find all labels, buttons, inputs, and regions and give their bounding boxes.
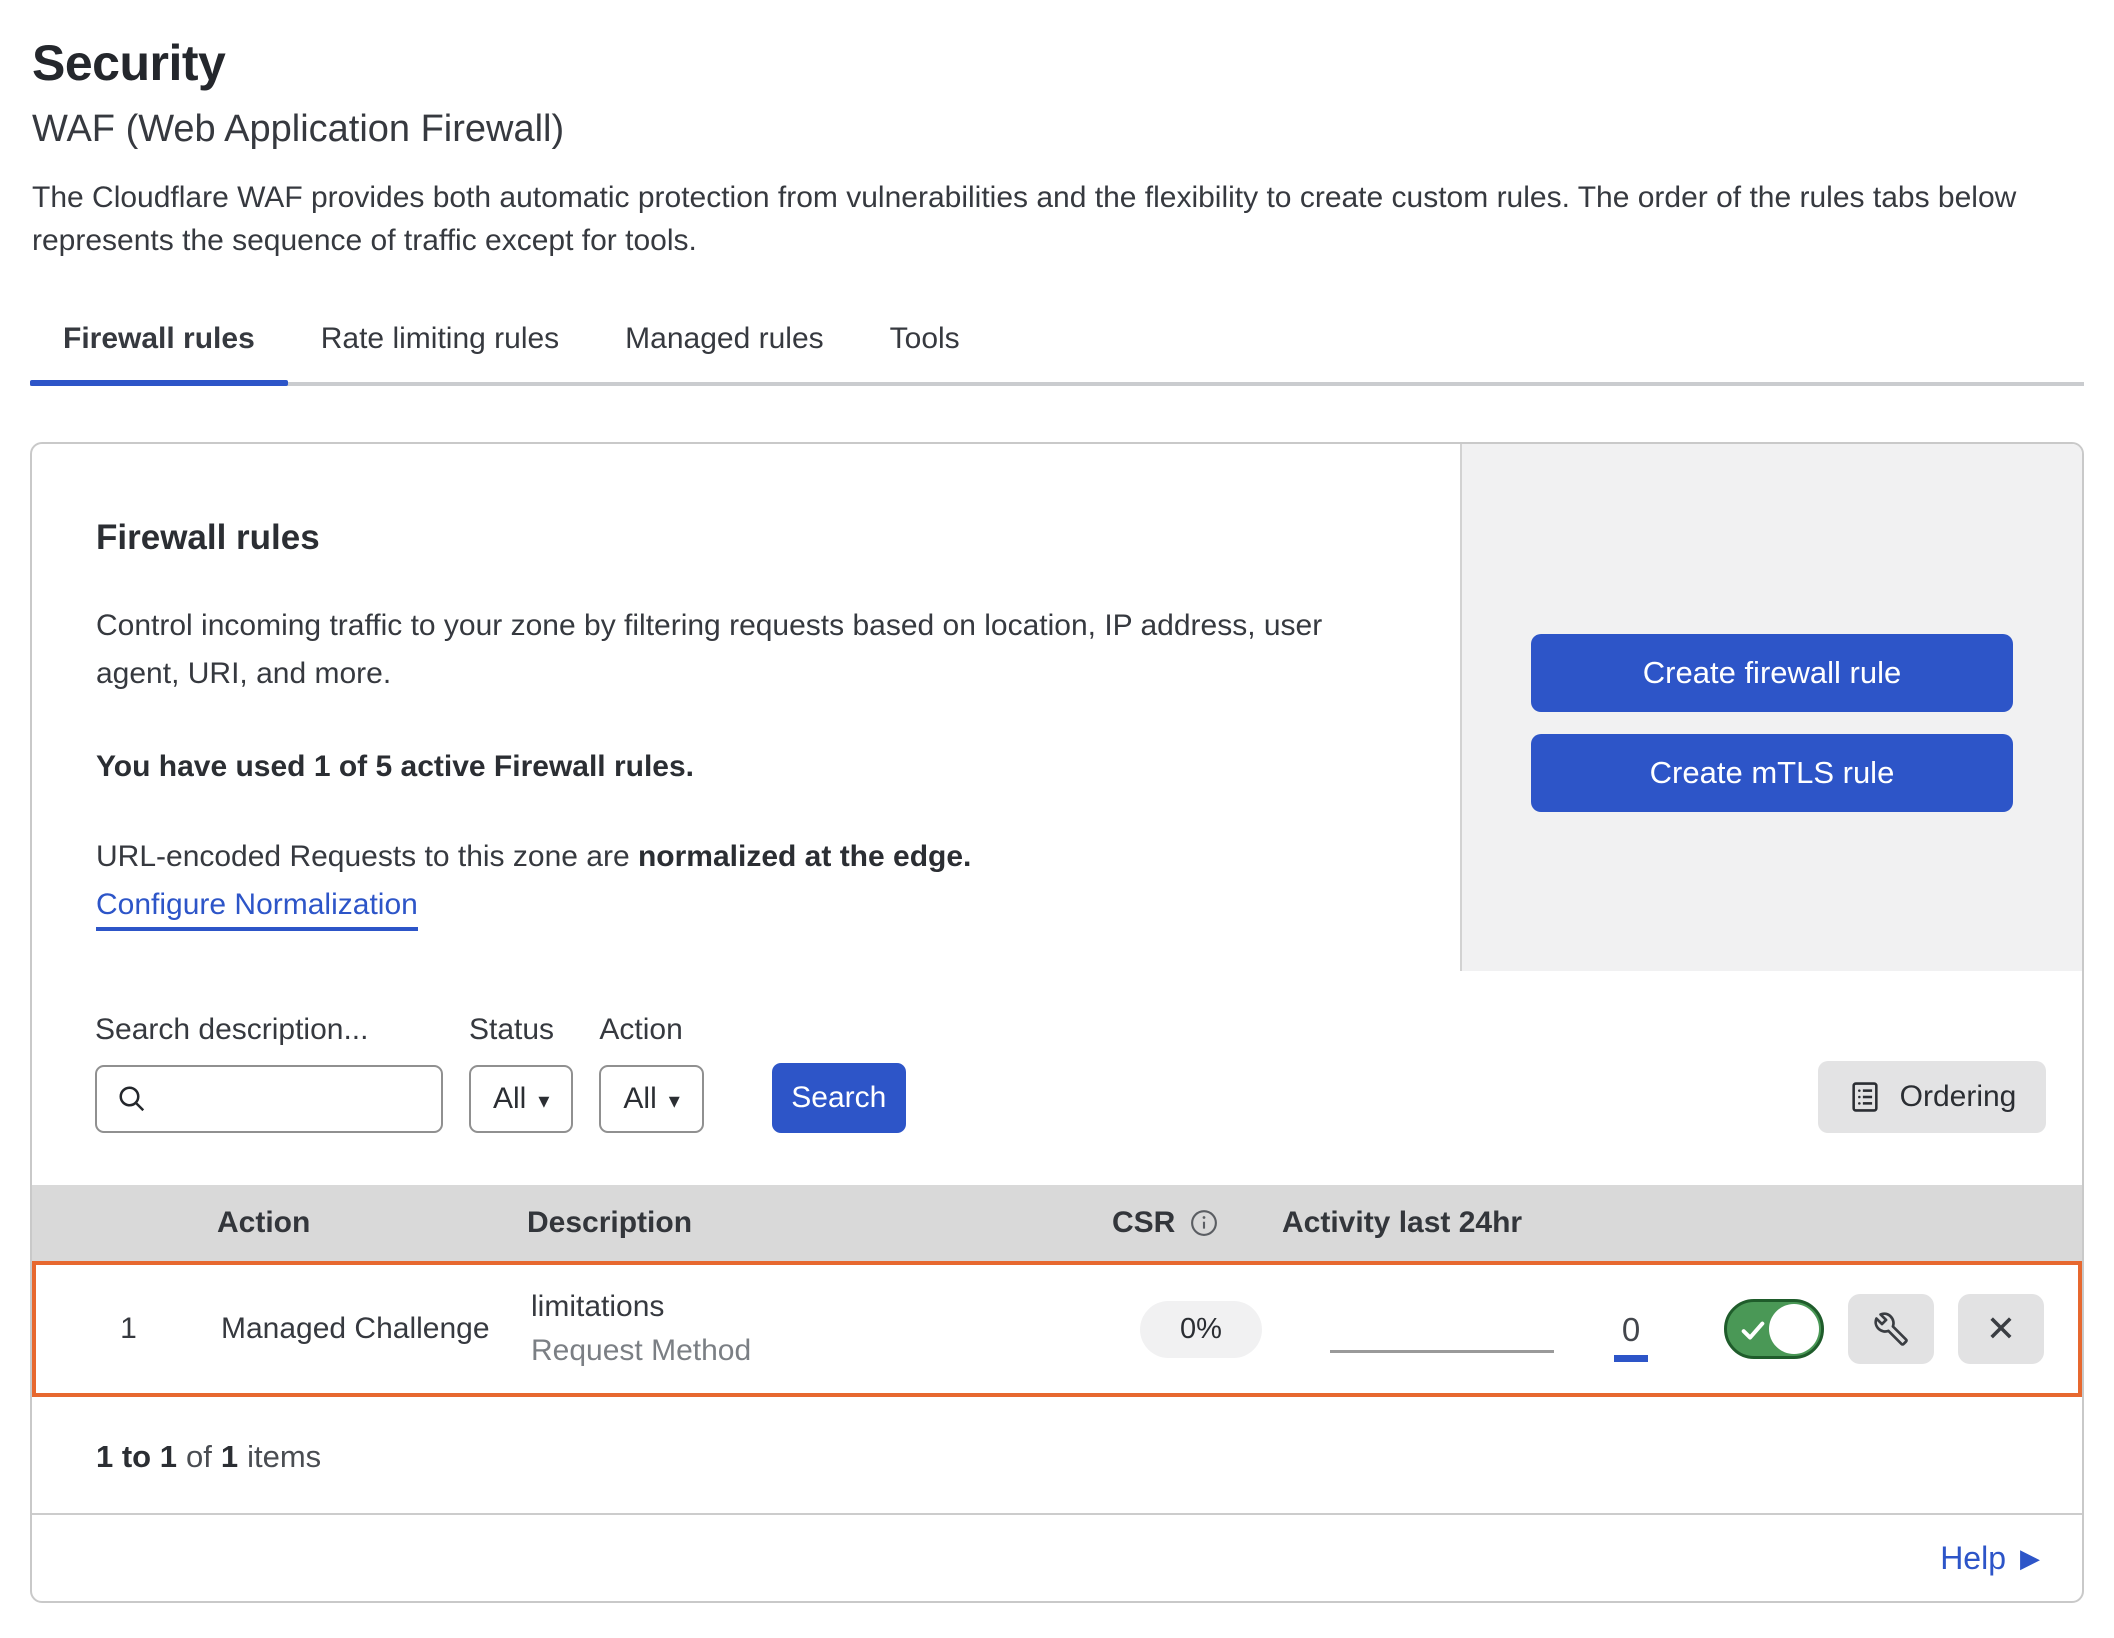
rule-controls: ✕	[1696, 1294, 2078, 1364]
rule-enabled-toggle[interactable]	[1724, 1299, 1824, 1359]
search-box	[95, 1065, 443, 1133]
page-header: Security WAF (Web Application Firewall) …	[0, 0, 2114, 262]
info-icon[interactable]	[1189, 1208, 1219, 1238]
status-value: All	[493, 1082, 526, 1116]
action-label: Action	[599, 1013, 703, 1047]
rule-csr: 0%	[1116, 1301, 1286, 1358]
card-actions-panel: Create firewall rule Create mTLS rule	[1460, 444, 2082, 971]
help-link[interactable]: Help ▶	[1940, 1540, 2040, 1577]
chevron-down-icon: ▾	[538, 1088, 549, 1114]
help-row: Help ▶	[32, 1515, 2082, 1601]
search-input[interactable]	[95, 1065, 443, 1133]
check-icon	[1739, 1316, 1767, 1344]
ordering-button[interactable]: Ordering	[1818, 1061, 2046, 1133]
normalization-bold: normalized at the edge.	[638, 840, 971, 873]
status-select[interactable]: All ▾	[469, 1065, 573, 1133]
chevron-down-icon: ▾	[669, 1088, 680, 1114]
table-header: Action Description CSR Activity last 24h…	[32, 1185, 2082, 1261]
help-label: Help	[1940, 1540, 2006, 1577]
action-select[interactable]: All ▾	[599, 1065, 703, 1133]
card-info: Firewall rules Control incoming traffic …	[32, 444, 1460, 971]
pagination-of: of	[186, 1439, 212, 1474]
rule-description-sub: Request Method	[531, 1334, 1116, 1368]
create-mtls-rule-button[interactable]: Create mTLS rule	[1531, 734, 2013, 812]
tab-rate-limiting-rules[interactable]: Rate limiting rules	[288, 310, 592, 382]
ordering-label: Ordering	[1900, 1080, 2017, 1114]
wrench-icon	[1872, 1310, 1910, 1348]
header-csr: CSR	[1112, 1206, 1282, 1240]
pagination-summary: 1 to 1 of 1 items	[32, 1397, 2082, 1515]
action-group: Action All ▾	[599, 1013, 703, 1133]
delete-rule-button[interactable]: ✕	[1958, 1294, 2044, 1364]
search-label: Search description...	[95, 1013, 443, 1047]
header-description: Description	[527, 1206, 1112, 1240]
normalization-text: URL-encoded Requests to this zone are	[96, 840, 638, 873]
search-button[interactable]: Search	[772, 1063, 906, 1133]
card-title: Firewall rules	[96, 518, 1400, 558]
csr-badge: 0%	[1140, 1301, 1262, 1358]
card-description: Control incoming traffic to your zone by…	[96, 602, 1400, 698]
configure-normalization-link[interactable]: Configure Normalization	[96, 888, 418, 931]
waf-tabs: Firewall rules Rate limiting rules Manag…	[30, 310, 2084, 386]
pagination-items: items	[247, 1439, 321, 1474]
tab-tools[interactable]: Tools	[857, 310, 993, 382]
normalization-note: URL-encoded Requests to this zone are no…	[96, 840, 1400, 874]
status-label: Status	[469, 1013, 573, 1047]
toggle-knob	[1769, 1304, 1819, 1354]
activity-count-value: 0	[1622, 1311, 1640, 1349]
waf-page: Security WAF (Web Application Firewall) …	[0, 0, 2114, 1638]
page-subtitle: WAF (Web Application Firewall)	[32, 108, 2082, 151]
pagination-range: 1 to 1	[96, 1439, 177, 1474]
header-activity: Activity last 24hr	[1282, 1206, 1692, 1240]
tab-firewall-rules[interactable]: Firewall rules	[30, 310, 288, 382]
pagination-total: 1	[221, 1439, 238, 1474]
close-icon: ✕	[1986, 1308, 2016, 1350]
status-group: Status All ▾	[469, 1013, 573, 1133]
activity-count-link[interactable]: 0	[1614, 1311, 1648, 1362]
rule-description-title[interactable]: limitations	[531, 1290, 1116, 1324]
rule-activity: 0	[1286, 1297, 1696, 1362]
activity-count-underline	[1614, 1355, 1648, 1362]
search-icon	[117, 1084, 147, 1114]
list-document-icon	[1848, 1080, 1882, 1114]
activity-sparkline	[1330, 1350, 1554, 1353]
create-firewall-rule-button[interactable]: Create firewall rule	[1531, 634, 2013, 712]
edit-rule-button[interactable]	[1848, 1294, 1934, 1364]
search-group: Search description...	[95, 1013, 443, 1133]
rule-action: Managed Challenge	[221, 1312, 531, 1346]
header-action: Action	[217, 1206, 527, 1240]
page-title: Security	[32, 34, 2082, 92]
csr-label: CSR	[1112, 1206, 1175, 1240]
action-value: All	[623, 1082, 656, 1116]
filter-bar: Search description... Status All ▾ Actio…	[32, 971, 2082, 1185]
tab-managed-rules[interactable]: Managed rules	[592, 310, 856, 382]
table-row: 1 Managed Challenge limitations Request …	[32, 1261, 2082, 1397]
page-description: The Cloudflare WAF provides both automat…	[32, 177, 2062, 262]
firewall-rules-card: Firewall rules Control incoming traffic …	[32, 444, 2082, 971]
firewall-rules-panel: Firewall rules Control incoming traffic …	[30, 442, 2084, 1603]
arrow-right-icon: ▶	[2020, 1543, 2040, 1574]
usage-summary: You have used 1 of 5 active Firewall rul…	[96, 750, 1400, 784]
rule-priority: 1	[36, 1312, 221, 1346]
rule-description: limitations Request Method	[531, 1290, 1116, 1368]
